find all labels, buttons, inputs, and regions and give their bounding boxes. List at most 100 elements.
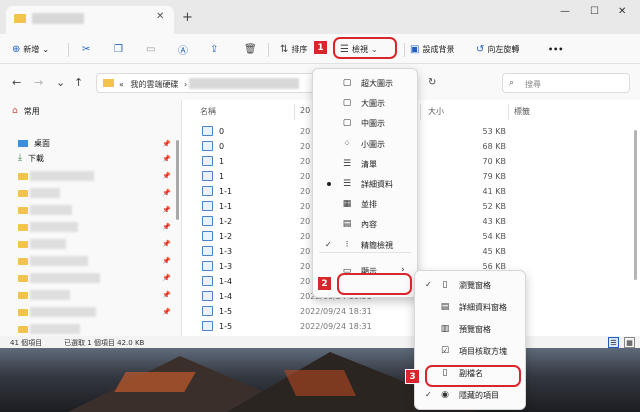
refresh-icon[interactable]: ↻	[428, 77, 436, 88]
folder-icon	[18, 308, 28, 316]
desktop-wallpaper	[0, 348, 640, 412]
sidebar-scrollbar[interactable]	[176, 140, 179, 220]
close-window-icon[interactable]: ✕	[618, 6, 626, 17]
image-file-icon	[202, 306, 213, 316]
view-option-label: 大圖示	[361, 99, 385, 109]
sidebar-item-folder[interactable]	[18, 237, 28, 251]
file-date: 20	[300, 157, 311, 166]
minimize-icon[interactable]: —	[560, 6, 570, 17]
tab-close-icon[interactable]: ✕	[156, 11, 164, 22]
tab-active[interactable]: ✕	[6, 6, 174, 34]
details-view-icon[interactable]: ☰	[608, 337, 619, 348]
folder-icon	[18, 257, 28, 265]
sidebar-item-desktop[interactable]: 桌面	[18, 136, 50, 150]
sidebar-item-folder[interactable]	[18, 288, 28, 302]
scissors-icon: ✂	[82, 43, 91, 55]
pin-icon[interactable]: 📌	[162, 291, 171, 299]
paste-button[interactable]: ▭	[146, 40, 155, 58]
pin-icon[interactable]: 📌	[162, 240, 171, 248]
share-button[interactable]: ⇪	[210, 40, 218, 58]
up-icon[interactable]: ↑	[74, 76, 83, 89]
back-icon[interactable]: ←	[12, 76, 21, 89]
column-header-size[interactable]: 大小	[428, 106, 444, 117]
step-badge-3: 3	[405, 369, 420, 384]
cut-button[interactable]: ✂	[82, 40, 90, 58]
column-header-date[interactable]: 20	[300, 106, 310, 115]
file-list-scrollbar[interactable]	[634, 130, 637, 280]
sidebar-item-folder[interactable]	[18, 220, 28, 234]
more-options-button[interactable]: •••	[548, 40, 563, 58]
file-name: 1-1	[219, 202, 233, 211]
view-menu-item[interactable]: ▢ 超大圖示	[313, 73, 417, 93]
show-option-label: 瀏覽窗格	[459, 281, 491, 290]
table-row[interactable]: 1-5 2022/09/24 18:31	[182, 304, 640, 319]
sidebar-item-folder[interactable]	[18, 322, 28, 336]
file-name: 1	[219, 157, 225, 166]
sidebar-item-folder[interactable]	[18, 186, 28, 200]
pin-icon[interactable]: 📌	[162, 206, 171, 214]
copy-button[interactable]: ❐	[114, 40, 123, 58]
view-menu-item[interactable]: ⁘ 小圖示	[313, 134, 417, 154]
view-menu-item[interactable]: ▦ 並排	[313, 194, 417, 214]
pin-icon[interactable]: 📌	[162, 140, 171, 148]
tiles-view-icon[interactable]: ▦	[624, 337, 635, 348]
file-date: 2022/09/24 18:31	[300, 322, 372, 331]
highlight-file-extensions	[425, 365, 521, 387]
file-name: 1-3	[219, 247, 233, 256]
sidebar-item-folder[interactable]	[18, 305, 28, 319]
column-header-tags[interactable]: 標籤	[514, 106, 530, 117]
pin-icon[interactable]: 📌	[162, 155, 171, 163]
sidebar-item-downloads[interactable]: ⤓ 下載	[18, 151, 44, 165]
desktop-icon	[18, 139, 28, 147]
pin-icon[interactable]: 📌	[162, 308, 171, 316]
search-icon: ⌕	[509, 78, 515, 88]
breadcrumb-item[interactable]: 我的雲端硬碟	[130, 80, 178, 89]
new-button-label: 新增	[23, 44, 40, 54]
folder-name-blurred	[30, 324, 80, 334]
tab-bar: ✕ + — ☐ ✕	[0, 0, 640, 34]
pin-icon[interactable]: 📌	[162, 274, 171, 282]
pin-icon[interactable]: 📌	[162, 257, 171, 265]
sidebar-item-home[interactable]: ⌂ 常用	[12, 104, 40, 118]
pin-icon[interactable]: 📌	[162, 172, 171, 180]
pin-icon[interactable]: 📌	[162, 223, 171, 231]
new-button[interactable]: ⊕ 新增 ⌄	[12, 40, 49, 58]
view-menu-item[interactable]: ▢ 中圖示	[313, 113, 417, 133]
sort-button[interactable]: ⇅ 排序	[280, 40, 307, 58]
sidebar-item-folder[interactable]	[18, 271, 28, 285]
rename-button[interactable]: Ⓐ	[178, 40, 188, 58]
view-option-icon: ⁝	[345, 239, 349, 250]
sidebar-item-folder[interactable]	[18, 203, 28, 217]
new-tab-icon[interactable]: +	[182, 10, 193, 25]
table-row[interactable]: 1-5 2022/09/24 18:31	[182, 319, 640, 334]
column-header-name[interactable]: 名稱	[200, 106, 216, 117]
show-menu-item[interactable]: ▥ 預覽窗格	[415, 319, 525, 339]
pin-icon[interactable]: 📌	[162, 189, 171, 197]
view-menu-item[interactable]: ▢ 大圖示	[313, 93, 417, 113]
view-menu-item[interactable]: ▤ 內容	[313, 214, 417, 234]
file-date: 20	[300, 262, 311, 271]
set-background-button[interactable]: ▣ 設成背景	[410, 40, 454, 58]
rotate-left-button[interactable]: ↺ 向左旋轉	[476, 40, 519, 58]
search-input[interactable]: ⌕ 搜尋	[502, 73, 630, 93]
file-date: 20	[300, 142, 311, 151]
show-menu-item[interactable]: ✓ ◉ 隱藏的項目	[415, 385, 525, 405]
image-icon: ▣	[410, 43, 420, 55]
download-icon: ⤓	[18, 153, 22, 163]
history-chevron-icon[interactable]: ⌄	[56, 76, 65, 89]
view-menu-item[interactable]: ☰ 詳細資料	[313, 174, 417, 194]
show-menu-item[interactable]: ✓ ▯ 瀏覽窗格	[415, 275, 525, 295]
sidebar-item-folder[interactable]	[18, 169, 28, 183]
plus-circle-icon: ⊕	[12, 43, 21, 55]
view-option-icon: ☰	[342, 179, 352, 189]
maximize-icon[interactable]: ☐	[590, 6, 599, 17]
show-menu-item[interactable]: ▤ 詳細資料窗格	[415, 297, 525, 317]
sidebar-item-folder[interactable]	[18, 254, 28, 268]
show-menu-item[interactable]: ☑ 項目核取方塊	[415, 341, 525, 361]
folder-icon	[18, 189, 28, 197]
forward-icon[interactable]: →	[34, 76, 43, 89]
view-menu-item[interactable]: ☰ 清單	[313, 154, 417, 174]
folder-icon	[14, 14, 26, 23]
delete-button[interactable]: 🗑	[244, 40, 257, 58]
breadcrumb-overflow-icon[interactable]: «	[119, 80, 124, 89]
